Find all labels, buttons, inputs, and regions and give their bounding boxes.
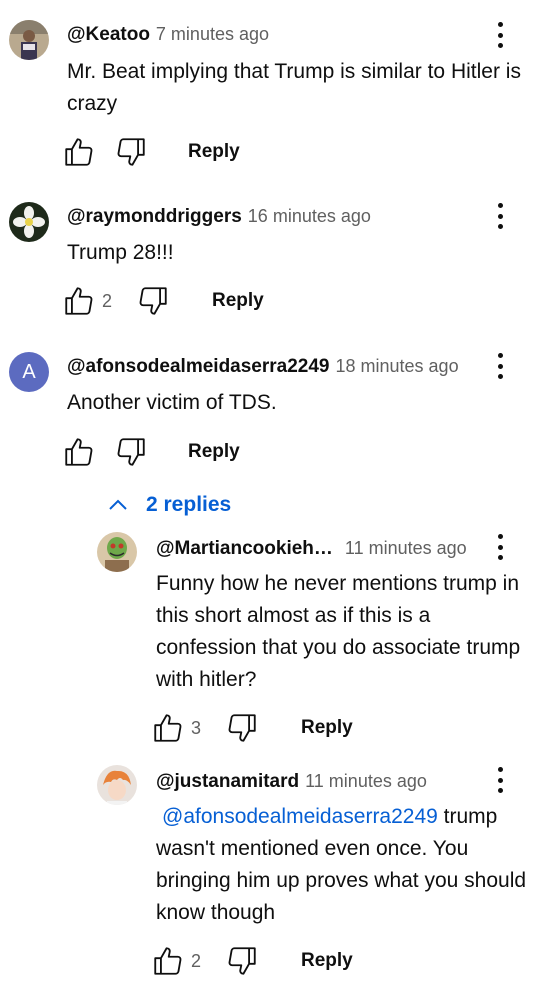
comment-text: Another victim of TDS. — [67, 391, 277, 414]
comment-text: Trump 28!!! — [67, 241, 174, 264]
thumbs-up-icon — [65, 438, 93, 466]
like-count: 2 — [191, 950, 202, 971]
timestamp[interactable]: 11 minutes ago — [345, 538, 467, 558]
thumbs-down-icon — [139, 287, 167, 315]
thumbs-up-icon — [65, 138, 93, 166]
thumbs-down-icon — [117, 138, 145, 166]
thumbs-down-icon — [228, 947, 256, 975]
reply-button[interactable]: Reply — [212, 281, 264, 321]
comment-actions: 3 Reply — [151, 708, 431, 748]
avatar[interactable] — [9, 202, 49, 242]
more-actions-icon[interactable] — [490, 765, 510, 795]
mention-link[interactable]: @afonsodealmeidaserra2249 — [162, 805, 438, 828]
reply-button[interactable]: Reply — [188, 132, 240, 172]
more-actions-icon[interactable] — [490, 201, 510, 231]
thumbs-down-icon — [117, 438, 145, 466]
more-actions-icon[interactable] — [490, 351, 510, 381]
like-button[interactable]: 2 — [151, 941, 201, 981]
timestamp[interactable]: 18 minutes ago — [336, 356, 459, 376]
reply-button[interactable]: Reply — [188, 432, 240, 472]
thumbs-up-icon — [154, 947, 182, 975]
comment-text: Mr. Beat implying that Trump is similar … — [67, 60, 521, 115]
comment-actions: 2 Reply — [62, 281, 342, 321]
like-button[interactable]: 3 — [151, 708, 201, 748]
thumbs-down-icon — [228, 714, 256, 742]
comment-text: @afonsodealmeidaserra2249 trump wasn't m… — [156, 801, 536, 929]
like-count: 3 — [191, 717, 202, 738]
thumbs-up-icon — [154, 714, 182, 742]
comment-header: @raymonddriggers 16 minutes ago — [67, 204, 371, 229]
reply-button[interactable]: Reply — [301, 708, 353, 748]
dislike-button[interactable] — [114, 132, 148, 172]
timestamp[interactable]: 7 minutes ago — [156, 24, 269, 44]
comment-header: @afonsodealmeidaserra2249 18 minutes ago — [67, 354, 459, 379]
chevron-up-icon — [109, 499, 127, 510]
dislike-button[interactable] — [225, 941, 259, 981]
dislike-button[interactable] — [225, 708, 259, 748]
author-name[interactable]: @Martiancookieh… — [156, 538, 333, 559]
author-name[interactable]: @afonsodealmeidaserra2249 — [67, 356, 330, 377]
dislike-button[interactable] — [136, 281, 170, 321]
thumbs-up-icon — [65, 287, 93, 315]
timestamp[interactable]: 11 minutes ago — [305, 771, 427, 791]
avatar-letter: A — [22, 360, 36, 383]
comment-header: @Keatoo 7 minutes ago — [67, 22, 269, 47]
author-name[interactable]: @Keatoo — [67, 24, 150, 45]
like-count: 2 — [102, 290, 113, 311]
avatar[interactable] — [97, 532, 137, 572]
comment-header: @Martiancookieh… 11 minutes ago — [156, 536, 467, 561]
replies-toggle-button[interactable]: 2 replies — [106, 488, 231, 522]
replies-count-label: 2 replies — [146, 493, 232, 516]
like-button[interactable]: 2 — [62, 281, 112, 321]
comment-actions: Reply — [62, 132, 322, 172]
reply-button[interactable]: Reply — [301, 941, 353, 981]
more-actions-icon[interactable] — [490, 532, 510, 562]
comment-actions: 2 Reply — [151, 941, 431, 981]
avatar[interactable]: A — [9, 352, 49, 392]
like-button[interactable] — [62, 132, 96, 172]
timestamp[interactable]: 16 minutes ago — [248, 206, 371, 226]
comment-text: Funny how he never mentions trump in thi… — [156, 572, 521, 691]
more-actions-icon[interactable] — [490, 20, 510, 50]
comment-actions: Reply — [62, 432, 322, 472]
author-name[interactable]: @justanamitard — [156, 771, 299, 792]
like-button[interactable] — [62, 432, 96, 472]
dislike-button[interactable] — [114, 432, 148, 472]
avatar[interactable] — [97, 765, 137, 805]
comment-header: @justanamitard 11 minutes ago — [156, 769, 427, 794]
avatar[interactable] — [9, 20, 49, 60]
author-name[interactable]: @raymonddriggers — [67, 206, 242, 227]
